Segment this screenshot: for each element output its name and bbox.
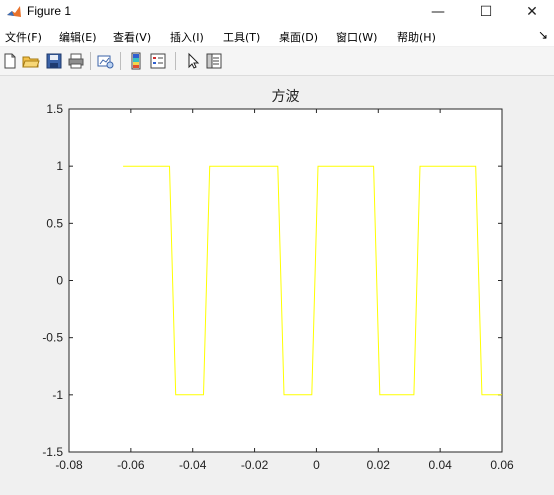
axes-background: [68, 108, 503, 453]
minimize-icon: —: [431, 4, 445, 20]
title-bar: Figure 1 — ☐ ✕: [0, 0, 554, 27]
menu-window[interactable]: 窗口(W): [336, 29, 377, 45]
x-tick-label: -0.04: [179, 458, 207, 472]
menu-help[interactable]: 帮助(H): [397, 29, 436, 45]
x-tick-label: 0.04: [428, 458, 452, 472]
maximize-icon: ☐: [479, 4, 493, 20]
y-tick-label: -0.5: [42, 331, 63, 345]
toolbar-separator: [120, 52, 121, 70]
x-tick-label: 0.02: [367, 458, 391, 472]
plot-svg: -0.08 -0.06 -0.04 -0.02 0 0.02 0.04 0.06 -1.5 -1…: [42, 89, 514, 472]
y-tick-label: 1.5: [46, 102, 63, 116]
x-tick-label: -0.06: [117, 458, 145, 472]
print-icon[interactable]: [67, 52, 85, 70]
toolbar-separator: [175, 52, 176, 70]
x-tick-label: -0.02: [241, 458, 269, 472]
menu-file[interactable]: 文件(F): [5, 29, 42, 45]
link-plot-icon[interactable]: [96, 52, 114, 70]
pointer-icon[interactable]: [184, 52, 202, 70]
maximize-button[interactable]: ☐: [464, 0, 508, 26]
menu-tools[interactable]: 工具(T): [223, 29, 260, 45]
open-folder-icon[interactable]: [22, 52, 40, 70]
x-tick-label: -0.08: [55, 458, 83, 472]
y-tick-label: 0: [56, 274, 63, 288]
x-tick-label: 0.06: [490, 458, 514, 472]
menu-insert[interactable]: 插入(I): [170, 29, 204, 45]
matlab-logo-icon: [7, 6, 21, 17]
insert-colorbar-icon[interactable]: [127, 52, 145, 70]
save-icon[interactable]: [45, 52, 63, 70]
menu-bar: 文件(F) 编辑(E) 查看(V) 插入(I) 工具(T) 桌面(D) 窗口(W…: [0, 26, 554, 46]
figure-canvas: -0.08 -0.06 -0.04 -0.02 0 0.02 0.04 0.06 -1.5 -1…: [0, 76, 554, 495]
y-tick-label: 1: [56, 159, 63, 173]
window-title: Figure 1: [27, 4, 72, 18]
plot-title: 方波: [272, 89, 300, 105]
close-icon: ✕: [526, 4, 538, 20]
toolbar-separator: [90, 52, 91, 70]
dock-arrow-icon[interactable]: ↘: [538, 28, 548, 42]
y-tick-label: 0.5: [46, 216, 63, 230]
y-tick-label: -1: [52, 388, 63, 402]
y-tick-label: -1.5: [42, 445, 63, 459]
toolbar: [0, 47, 554, 76]
insert-legend-icon[interactable]: [149, 52, 167, 70]
x-tick-label: 0: [313, 458, 320, 472]
menu-desktop[interactable]: 桌面(D): [279, 29, 318, 45]
new-figure-icon[interactable]: [1, 52, 19, 70]
property-inspector-icon[interactable]: [205, 52, 223, 70]
close-button[interactable]: ✕: [510, 0, 554, 26]
menu-edit[interactable]: 编辑(E): [59, 29, 97, 45]
menu-view[interactable]: 查看(V): [113, 29, 151, 45]
minimize-button[interactable]: —: [416, 0, 460, 26]
